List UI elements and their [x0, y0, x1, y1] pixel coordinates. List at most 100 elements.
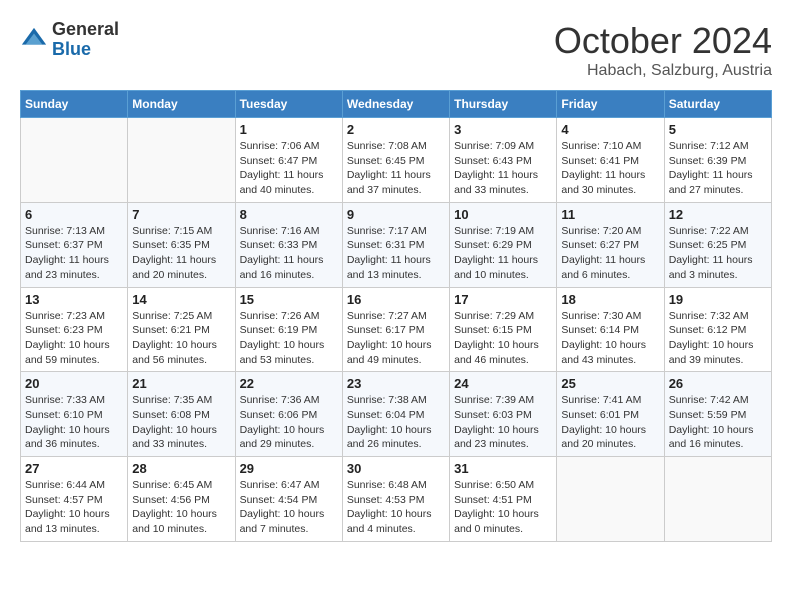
logo-text: General Blue: [52, 20, 119, 60]
weekday-header-sunday: Sunday: [21, 91, 128, 118]
day-detail: Sunrise: 6:47 AMSunset: 4:54 PMDaylight:…: [240, 478, 338, 537]
day-number: 27: [25, 461, 123, 476]
day-number: 9: [347, 207, 445, 222]
day-detail: Sunrise: 7:41 AMSunset: 6:01 PMDaylight:…: [561, 393, 659, 452]
logo-icon: [20, 26, 48, 54]
day-number: 17: [454, 292, 552, 307]
day-number: 22: [240, 376, 338, 391]
day-number: 19: [669, 292, 767, 307]
calendar-cell: 7Sunrise: 7:15 AMSunset: 6:35 PMDaylight…: [128, 202, 235, 287]
day-detail: Sunrise: 7:42 AMSunset: 5:59 PMDaylight:…: [669, 393, 767, 452]
day-number: 6: [25, 207, 123, 222]
day-number: 13: [25, 292, 123, 307]
calendar-cell: 15 Sunrise: 7:26 AMSunset: 6:19 PMDayligh…: [235, 287, 342, 372]
day-number: 25: [561, 376, 659, 391]
calendar-cell: 2 Sunrise: 7:08 AMSunset: 6:45 PMDaylight…: [342, 118, 449, 203]
day-detail: Sunrise: 6:45 AMSunset: 4:56 PMDaylight:…: [132, 478, 230, 537]
page-header: General Blue October 2024 Habach, Salzbu…: [20, 20, 772, 80]
day-number: 4: [561, 122, 659, 137]
calendar-cell: 3Sunrise: 7:09 AMSunset: 6:43 PMDaylight…: [450, 118, 557, 203]
day-detail: Sunrise: 7:08 AMSunset: 6:45 PMDaylight:…: [347, 139, 445, 198]
logo: General Blue: [20, 20, 119, 60]
calendar-cell: 14Sunrise: 7:25 AMSunset: 6:21 PMDayligh…: [128, 287, 235, 372]
day-number: 26: [669, 376, 767, 391]
calendar-cell: 16 Sunrise: 7:27 AMSunset: 6:17 PMDayligh…: [342, 287, 449, 372]
day-number: 1: [240, 122, 338, 137]
day-detail: Sunrise: 7:33 AMSunset: 6:10 PMDaylight:…: [25, 393, 123, 452]
calendar-cell: 13 Sunrise: 7:23 AMSunset: 6:23 PMDayligh…: [21, 287, 128, 372]
day-detail: Sunrise: 7:35 AMSunset: 6:08 PMDaylight:…: [132, 393, 230, 452]
weekday-header-friday: Friday: [557, 91, 664, 118]
day-detail: Sunrise: 7:09 AMSunset: 6:43 PMDaylight:…: [454, 139, 552, 198]
calendar-table: SundayMondayTuesdayWednesdayThursdayFrid…: [20, 90, 772, 542]
day-detail: Sunrise: 7:17 AMSunset: 6:31 PMDaylight:…: [347, 224, 445, 283]
calendar-cell: 5 Sunrise: 7:12 AMSunset: 6:39 PMDaylight…: [664, 118, 771, 203]
day-number: 15: [240, 292, 338, 307]
day-detail: Sunrise: 7:25 AMSunset: 6:21 PMDaylight:…: [132, 309, 230, 368]
calendar-week-row: 6 Sunrise: 7:13 AMSunset: 6:37 PMDaylight…: [21, 202, 772, 287]
day-detail: Sunrise: 6:50 AMSunset: 4:51 PMDaylight:…: [454, 478, 552, 537]
calendar-cell: [664, 457, 771, 542]
day-detail: Sunrise: 7:30 AMSunset: 6:14 PMDaylight:…: [561, 309, 659, 368]
calendar-week-row: 20 Sunrise: 7:33 AMSunset: 6:10 PMDayligh…: [21, 372, 772, 457]
day-detail: Sunrise: 7:38 AMSunset: 6:04 PMDaylight:…: [347, 393, 445, 452]
calendar-cell: 10 Sunrise: 7:19 AMSunset: 6:29 PMDayligh…: [450, 202, 557, 287]
calendar-cell: 9 Sunrise: 7:17 AMSunset: 6:31 PMDaylight…: [342, 202, 449, 287]
day-detail: Sunrise: 6:48 AMSunset: 4:53 PMDaylight:…: [347, 478, 445, 537]
day-number: 10: [454, 207, 552, 222]
day-detail: Sunrise: 7:19 AMSunset: 6:29 PMDaylight:…: [454, 224, 552, 283]
day-detail: Sunrise: 7:39 AMSunset: 6:03 PMDaylight:…: [454, 393, 552, 452]
weekday-header-row: SundayMondayTuesdayWednesdayThursdayFrid…: [21, 91, 772, 118]
weekday-header-saturday: Saturday: [664, 91, 771, 118]
day-detail: Sunrise: 7:22 AMSunset: 6:25 PMDaylight:…: [669, 224, 767, 283]
weekday-header-monday: Monday: [128, 91, 235, 118]
day-number: 8: [240, 207, 338, 222]
day-number: 5: [669, 122, 767, 137]
day-detail: Sunrise: 7:16 AMSunset: 6:33 PMDaylight:…: [240, 224, 338, 283]
day-number: 7: [132, 207, 230, 222]
calendar-cell: 1Sunrise: 7:06 AMSunset: 6:47 PMDaylight…: [235, 118, 342, 203]
day-number: 11: [561, 207, 659, 222]
day-detail: Sunrise: 7:12 AMSunset: 6:39 PMDaylight:…: [669, 139, 767, 198]
title-block: October 2024 Habach, Salzburg, Austria: [554, 20, 772, 80]
calendar-cell: 6 Sunrise: 7:13 AMSunset: 6:37 PMDaylight…: [21, 202, 128, 287]
weekday-header-thursday: Thursday: [450, 91, 557, 118]
day-number: 24: [454, 376, 552, 391]
calendar-cell: 29Sunrise: 6:47 AMSunset: 4:54 PMDayligh…: [235, 457, 342, 542]
day-detail: Sunrise: 7:23 AMSunset: 6:23 PMDaylight:…: [25, 309, 123, 368]
day-number: 30: [347, 461, 445, 476]
calendar-cell: 12 Sunrise: 7:22 AMSunset: 6:25 PMDayligh…: [664, 202, 771, 287]
day-detail: Sunrise: 6:44 AMSunset: 4:57 PMDaylight:…: [25, 478, 123, 537]
calendar-week-row: 27 Sunrise: 6:44 AMSunset: 4:57 PMDayligh…: [21, 457, 772, 542]
day-detail: Sunrise: 7:36 AMSunset: 6:06 PMDaylight:…: [240, 393, 338, 452]
calendar-cell: [21, 118, 128, 203]
calendar-week-row: 13 Sunrise: 7:23 AMSunset: 6:23 PMDayligh…: [21, 287, 772, 372]
day-number: 12: [669, 207, 767, 222]
day-number: 20: [25, 376, 123, 391]
weekday-header-wednesday: Wednesday: [342, 91, 449, 118]
calendar-cell: 27 Sunrise: 6:44 AMSunset: 4:57 PMDayligh…: [21, 457, 128, 542]
calendar-cell: 11 Sunrise: 7:20 AMSunset: 6:27 PMDayligh…: [557, 202, 664, 287]
calendar-cell: 17Sunrise: 7:29 AMSunset: 6:15 PMDayligh…: [450, 287, 557, 372]
calendar-cell: 24 Sunrise: 7:39 AMSunset: 6:03 PMDayligh…: [450, 372, 557, 457]
calendar-cell: 21 Sunrise: 7:35 AMSunset: 6:08 PMDayligh…: [128, 372, 235, 457]
day-detail: Sunrise: 7:26 AMSunset: 6:19 PMDaylight:…: [240, 309, 338, 368]
month-title: October 2024: [554, 20, 772, 62]
calendar-cell: 23 Sunrise: 7:38 AMSunset: 6:04 PMDayligh…: [342, 372, 449, 457]
calendar-week-row: 1Sunrise: 7:06 AMSunset: 6:47 PMDaylight…: [21, 118, 772, 203]
calendar-cell: 8 Sunrise: 7:16 AMSunset: 6:33 PMDaylight…: [235, 202, 342, 287]
calendar-cell: 22 Sunrise: 7:36 AMSunset: 6:06 PMDayligh…: [235, 372, 342, 457]
day-detail: Sunrise: 7:13 AMSunset: 6:37 PMDaylight:…: [25, 224, 123, 283]
calendar-cell: 30 Sunrise: 6:48 AMSunset: 4:53 PMDayligh…: [342, 457, 449, 542]
day-number: 2: [347, 122, 445, 137]
day-detail: Sunrise: 7:20 AMSunset: 6:27 PMDaylight:…: [561, 224, 659, 283]
day-number: 18: [561, 292, 659, 307]
calendar-cell: 20 Sunrise: 7:33 AMSunset: 6:10 PMDayligh…: [21, 372, 128, 457]
day-number: 16: [347, 292, 445, 307]
day-detail: Sunrise: 7:27 AMSunset: 6:17 PMDaylight:…: [347, 309, 445, 368]
day-number: 23: [347, 376, 445, 391]
calendar-cell: [557, 457, 664, 542]
day-number: 21: [132, 376, 230, 391]
calendar-cell: 26 Sunrise: 7:42 AMSunset: 5:59 PMDayligh…: [664, 372, 771, 457]
day-detail: Sunrise: 7:10 AMSunset: 6:41 PMDaylight:…: [561, 139, 659, 198]
